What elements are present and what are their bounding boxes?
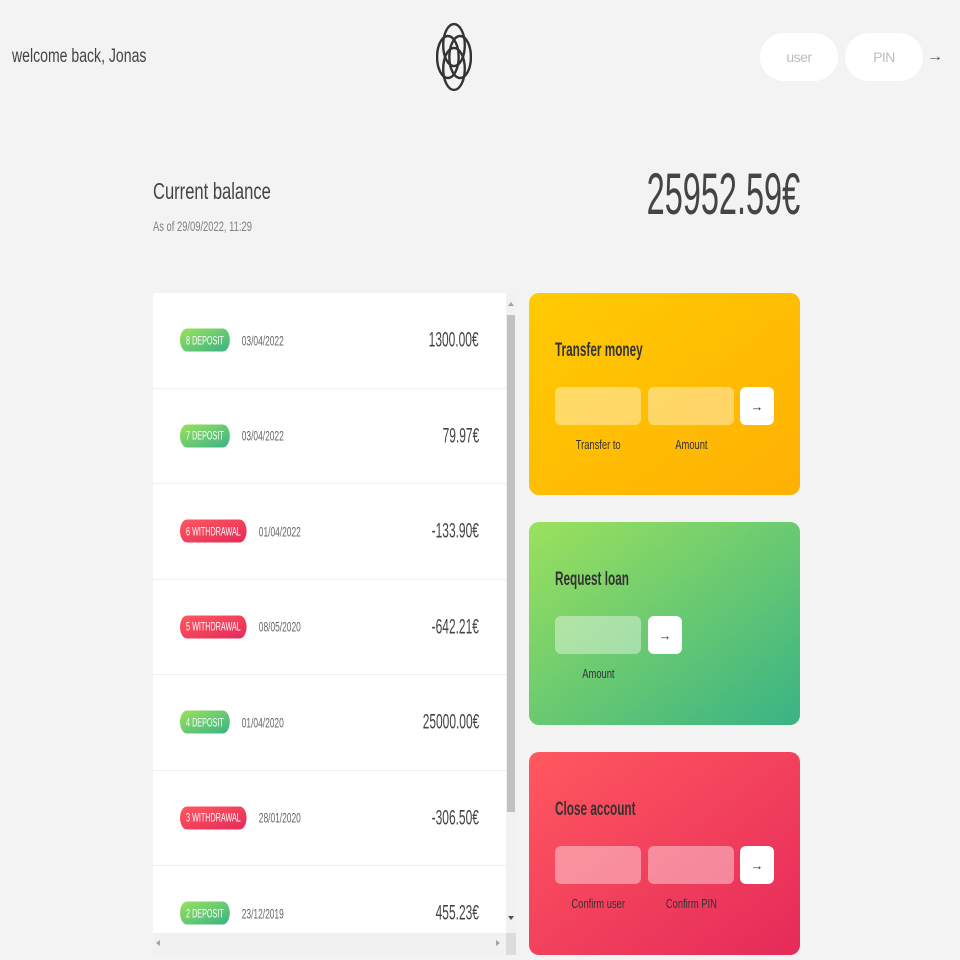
movement-type: DEPOSIT: [192, 428, 224, 443]
close-pin-label: Confirm PIN: [648, 896, 734, 912]
movement-date: 03/04/2022: [241, 427, 284, 444]
movement-meta: 4 DEPOSIT 01/04/2020: [180, 710, 284, 734]
logo-icon: [436, 22, 472, 92]
balance-label: Current balance: [153, 178, 271, 204]
transfer-to-input[interactable]: [555, 387, 641, 425]
loan-amount-label: Amount: [555, 666, 641, 682]
movement-type: DEPOSIT: [192, 333, 224, 348]
movement-type-badge: 6 WITHDRAWAL: [180, 519, 247, 543]
movement-row: 8 DEPOSIT 03/04/2022 1300.00€: [153, 293, 506, 389]
movement-row: 3 WITHDRAWAL 28/01/2020 -306.50€: [153, 771, 506, 866]
movement-row: 6 WITHDRAWAL 01/04/2022 -133.90€: [153, 484, 506, 580]
movement-meta: 6 WITHDRAWAL 01/04/2022: [180, 519, 301, 543]
movement-value: 25000.00€: [422, 710, 479, 734]
movement-type-badge: 7 DEPOSIT: [180, 424, 230, 448]
loan-submit-button[interactable]: →: [648, 616, 682, 654]
movement-meta: 2 DEPOSIT 23/12/2019: [180, 901, 284, 925]
transfer-to-label: Transfer to: [555, 437, 641, 453]
transfer-amount-input[interactable]: [648, 387, 734, 425]
arrow-right-icon: →: [750, 398, 764, 414]
transfer-title: Transfer money: [555, 340, 643, 361]
movement-type: WITHDRAWAL: [192, 619, 241, 634]
movement-date: 03/04/2022: [241, 332, 284, 349]
movement-date: 08/05/2020: [258, 618, 301, 635]
arrow-right-icon: →: [658, 627, 672, 643]
movement-type-badge: 4 DEPOSIT: [180, 710, 230, 734]
balance-date: As of 29/09/2022, 11:29: [153, 218, 252, 234]
movement-number: 8: [186, 333, 191, 348]
movement-row: 7 DEPOSIT 03/04/2022 79.97€: [153, 389, 506, 484]
movement-type: DEPOSIT: [192, 715, 224, 730]
loan-amount-label-text: Amount: [581, 666, 615, 681]
welcome-message: welcome back, Jonas: [12, 46, 147, 67]
movement-meta: 7 DEPOSIT 03/04/2022: [180, 424, 284, 448]
movement-type: DEPOSIT: [192, 906, 224, 921]
movement-meta: 8 DEPOSIT 03/04/2022: [180, 328, 284, 352]
login-pin-input[interactable]: [845, 33, 923, 81]
scroll-down-arrow-icon[interactable]: [508, 916, 514, 920]
arrow-right-icon: →: [750, 857, 764, 873]
scroll-right-arrow-icon[interactable]: [496, 940, 500, 946]
transfer-card: Transfer money → Transfer to Amount: [529, 293, 800, 495]
movement-number: 5: [186, 619, 191, 634]
movement-number: 4: [186, 715, 191, 730]
movements-list[interactable]: 8 DEPOSIT 03/04/2022 1300.00€ 7 DEPOSIT …: [153, 293, 506, 933]
movement-type-badge: 5 WITHDRAWAL: [180, 615, 247, 639]
close-user-label: Confirm user: [555, 896, 641, 912]
loan-amount-input[interactable]: [555, 616, 641, 654]
close-user-label-text: Confirm user: [571, 896, 625, 911]
transfer-submit-button[interactable]: →: [740, 387, 774, 425]
transfer-amount-label-text: Amount: [674, 437, 708, 452]
movement-value: -306.50€: [431, 806, 479, 830]
scroll-left-arrow-icon[interactable]: [156, 940, 160, 946]
movement-number: 3: [186, 810, 191, 825]
movement-value: 455.23€: [435, 901, 479, 925]
close-user-input[interactable]: [555, 846, 641, 884]
movement-number: 2: [186, 906, 191, 921]
close-account-title: Close account: [555, 799, 636, 820]
movement-value: -642.21€: [431, 615, 479, 639]
movement-number: 6: [186, 524, 191, 539]
movement-value: -133.90€: [431, 519, 479, 543]
movement-row: 2 DEPOSIT 23/12/2019 455.23€: [153, 866, 506, 933]
balance-value: 25952.59€: [646, 162, 800, 227]
scroll-up-arrow-icon[interactable]: [508, 302, 514, 306]
movement-number: 7: [186, 428, 191, 443]
movement-date: 28/01/2020: [258, 809, 301, 826]
close-pin-input[interactable]: [648, 846, 734, 884]
movement-date: 01/04/2020: [241, 714, 284, 731]
movement-type: WITHDRAWAL: [192, 810, 241, 825]
login-button[interactable]: →: [926, 45, 944, 69]
transfer-amount-label: Amount: [648, 437, 734, 453]
horizontal-scrollbar[interactable]: [153, 933, 506, 955]
loan-title: Request loan: [555, 569, 629, 590]
vertical-scrollbar[interactable]: [506, 293, 516, 933]
loan-card: Request loan → Amount: [529, 522, 800, 725]
close-pin-label-text: Confirm PIN: [665, 896, 717, 911]
movement-value: 1300.00€: [429, 328, 479, 352]
bankist-app: welcome back, Jonas → Current balance As…: [0, 0, 960, 960]
scrollbar-corner: [506, 933, 516, 955]
movement-type: WITHDRAWAL: [192, 524, 241, 539]
movement-value: 79.97€: [442, 424, 479, 448]
movement-row: 5 WITHDRAWAL 08/05/2020 -642.21€: [153, 580, 506, 675]
vertical-scroll-thumb[interactable]: [507, 315, 515, 812]
arrow-right-icon: →: [927, 48, 943, 65]
login-user-input[interactable]: [760, 33, 838, 81]
movement-type-badge: 3 WITHDRAWAL: [180, 806, 247, 830]
movement-meta: 3 WITHDRAWAL 28/01/2020: [180, 806, 301, 830]
movement-date: 01/04/2022: [258, 523, 301, 540]
close-account-card: Close account → Confirm user Confirm PIN: [529, 752, 800, 955]
movement-type-badge: 2 DEPOSIT: [180, 901, 230, 925]
movement-type-badge: 8 DEPOSIT: [180, 328, 230, 352]
movement-date: 23/12/2019: [241, 905, 284, 922]
movements-panel: 8 DEPOSIT 03/04/2022 1300.00€ 7 DEPOSIT …: [153, 293, 516, 955]
movement-row: 4 DEPOSIT 01/04/2020 25000.00€: [153, 675, 506, 771]
transfer-to-label-text: Transfer to: [575, 437, 621, 452]
close-submit-button[interactable]: →: [740, 846, 774, 884]
movement-meta: 5 WITHDRAWAL 08/05/2020: [180, 615, 301, 639]
